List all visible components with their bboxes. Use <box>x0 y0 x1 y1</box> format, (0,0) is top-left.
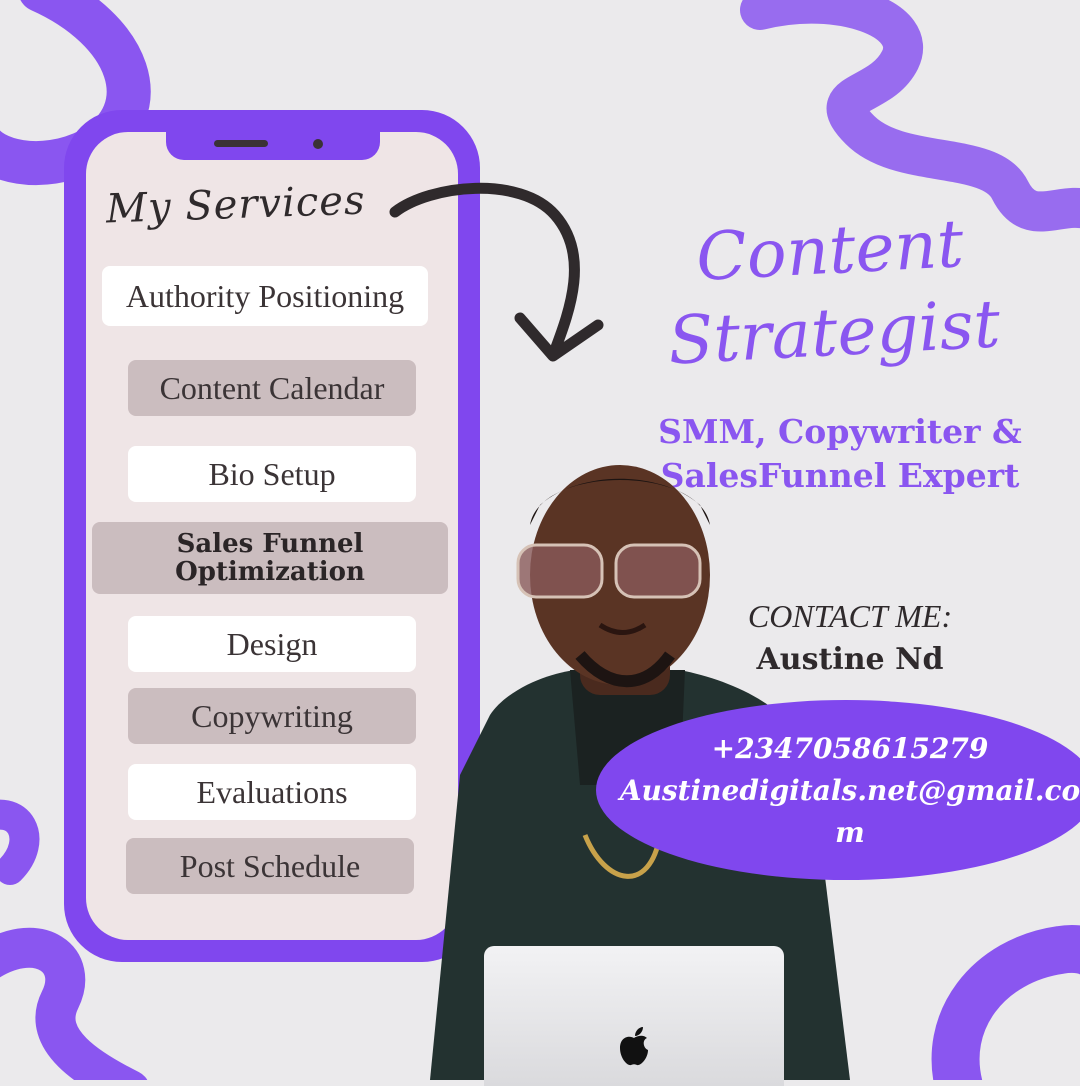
email-address[interactable]: Austinedigitals.net@gmail.com <box>606 770 1080 854</box>
contact-details: +2347058615279 Austinedigitals.net@gmail… <box>606 728 1080 854</box>
speaker-icon <box>214 140 268 147</box>
apple-logo-icon <box>620 1027 648 1066</box>
headline: Content Strategist <box>608 199 1056 386</box>
camera-icon <box>313 139 323 149</box>
contact-name: Austine Nd <box>756 642 944 677</box>
contact-label: CONTACT ME: <box>747 598 953 634</box>
subtitle-line1: SMM, Copywriter & <box>658 412 1022 451</box>
phone-number[interactable]: +2347058615279 <box>606 728 1080 770</box>
phone-notch <box>166 110 380 160</box>
